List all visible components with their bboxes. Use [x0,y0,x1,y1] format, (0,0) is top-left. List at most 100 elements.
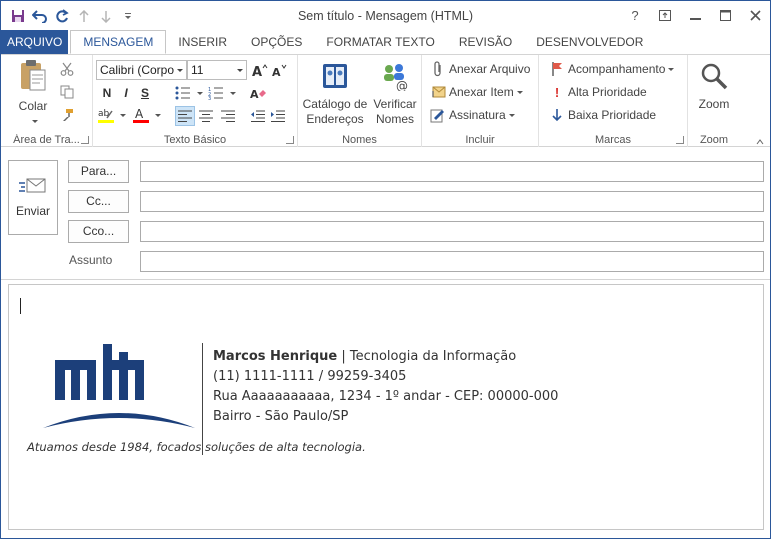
follow-up-button[interactable]: Acompanhamento [549,61,675,77]
signature-address: Rua Aaaaaaaaaaa, 1234 - 1º andar - CEP: … [213,389,559,404]
subject-label: Assunto [69,253,113,267]
to-button[interactable]: Para... [68,160,129,183]
grow-font-button[interactable]: A [251,60,269,80]
message-window: Sem título - Mensagem (HTML) ? ARQUIVO M… [0,0,771,539]
group-clipboard: Colar Área de Tra... [1,55,93,147]
ribbon: Colar Área de Tra... Calibri (Corpo 11 A… [1,54,770,147]
numbering-button[interactable]: 123 [208,85,236,101]
check-names-icon: @ [370,61,420,95]
basic-text-launcher-icon[interactable] [286,136,294,144]
send-label: Enviar [15,204,50,218]
minimize-icon[interactable] [680,3,710,27]
exclamation-icon: ! [554,84,560,100]
tags-launcher-icon[interactable] [676,136,684,144]
message-body[interactable]: Marcos Henrique | Tecnologia da Informaç… [8,284,764,530]
group-label-clipboard: Área de Tra... [13,134,80,146]
svg-text:3: 3 [208,96,211,100]
copy-button[interactable] [59,84,78,100]
highlight-button[interactable]: ab [98,107,126,123]
tab-arquivo[interactable]: ARQUIVO [1,30,69,54]
redo-icon[interactable] [51,6,73,26]
clear-formatting-button[interactable]: A [249,83,267,103]
font-size-select[interactable]: 11 [187,60,247,80]
italic-button[interactable]: I [117,83,135,103]
tab-inserir[interactable]: INSERIR [166,30,239,54]
tab-revisao[interactable]: REVISÃO [447,30,524,54]
paste-dropdown-icon[interactable] [31,120,38,124]
paste-icon [11,59,55,97]
signature-label: Assinatura [449,108,506,122]
magnifier-icon [690,61,738,95]
maximize-icon[interactable] [710,3,740,27]
low-importance-button[interactable]: Baixa Prioridade [549,107,656,123]
help-icon[interactable]: ? [620,3,650,27]
align-center-button[interactable] [197,106,215,126]
font-color-icon: A [133,107,149,123]
bullets-dropdown-icon [197,91,203,95]
send-button[interactable]: Enviar [8,160,58,235]
tab-formatar-texto[interactable]: FORMATAR TEXTO [314,30,446,54]
signature-button[interactable]: Assinatura [430,107,515,123]
font-color-button[interactable]: A [133,107,161,123]
bullets-icon [175,85,191,101]
zoom-label: Zoom [698,97,730,111]
format-painter-icon [59,107,75,123]
attach-file-button[interactable]: Anexar Arquivo [430,61,530,77]
attach-item-button[interactable]: Anexar Item [430,84,523,100]
check-names-label-1: Verificar [373,97,417,111]
check-names-button[interactable]: @ Verificar Nomes [370,61,420,127]
ribbon-display-icon[interactable] [650,3,680,27]
cc-field[interactable] [140,191,764,212]
align-left-button[interactable] [175,106,195,126]
bold-button[interactable]: N [98,83,116,103]
message-header: Enviar Para... Cc... Cco... Assunto [1,148,770,280]
quick-access-toolbar [7,6,139,26]
tab-desenvolvedor[interactable]: DESENVOLVEDOR [524,30,655,54]
bullets-button[interactable] [175,85,203,101]
customize-icon[interactable] [117,6,139,26]
to-field[interactable] [140,161,764,182]
numbering-dropdown-icon [230,91,236,95]
shrink-font-button[interactable]: A [271,60,289,80]
save-icon[interactable] [7,6,29,26]
paste-label: Colar [18,99,48,113]
up-arrow-icon[interactable] [73,6,95,26]
highlight-dropdown-icon [120,113,126,117]
cc-button[interactable]: Cc... [68,190,129,213]
subject-field[interactable] [140,251,764,272]
font-name-select[interactable]: Calibri (Corpo [96,60,187,80]
increase-indent-button[interactable] [269,106,287,126]
signature-phone: (11) 1111-1111 / 99259-3405 [213,369,407,384]
clipboard-launcher-icon[interactable] [81,136,89,144]
text-cursor [20,298,21,314]
signature-tagline: Atuamos desde 1984, focados soluções de … [27,440,366,454]
svg-text:A: A [252,65,262,77]
undo-icon[interactable] [29,6,51,26]
close-icon[interactable] [740,3,770,27]
tab-opcoes[interactable]: OPÇÕES [239,30,314,54]
follow-up-label: Acompanhamento [568,62,666,76]
align-right-button[interactable] [219,106,237,126]
group-label-include: Incluir [465,134,495,146]
zoom-button[interactable]: Zoom [690,61,738,112]
collapse-ribbon-icon[interactable] [756,134,764,145]
bcc-button[interactable]: Cco... [68,220,129,243]
down-arrow-icon[interactable] [95,6,117,26]
underline-button[interactable]: S [136,83,154,103]
high-importance-button[interactable]: ! Alta Prioridade [549,84,647,100]
bcc-field[interactable] [140,221,764,242]
address-book-button[interactable]: Catálogo de Endereços [300,61,370,127]
address-book-icon [300,61,370,95]
svg-text:A: A [272,66,281,77]
paste-button[interactable]: Colar [11,59,55,129]
decrease-indent-button[interactable] [249,106,267,126]
font-color-dropdown-icon [155,113,161,117]
cut-button[interactable] [59,61,78,77]
group-names: Catálogo de Endereços @ Verificar Nomes … [298,55,422,147]
attach-file-label: Anexar Arquivo [449,62,531,76]
high-importance-label: Alta Prioridade [568,85,647,99]
group-basic-text: Calibri (Corpo 11 A A N I S 123 A ab A T… [93,55,298,147]
address-book-label-1: Catálogo de [302,97,368,111]
tab-mensagem[interactable]: MENSAGEM [70,30,167,54]
format-painter-button[interactable] [59,107,78,123]
